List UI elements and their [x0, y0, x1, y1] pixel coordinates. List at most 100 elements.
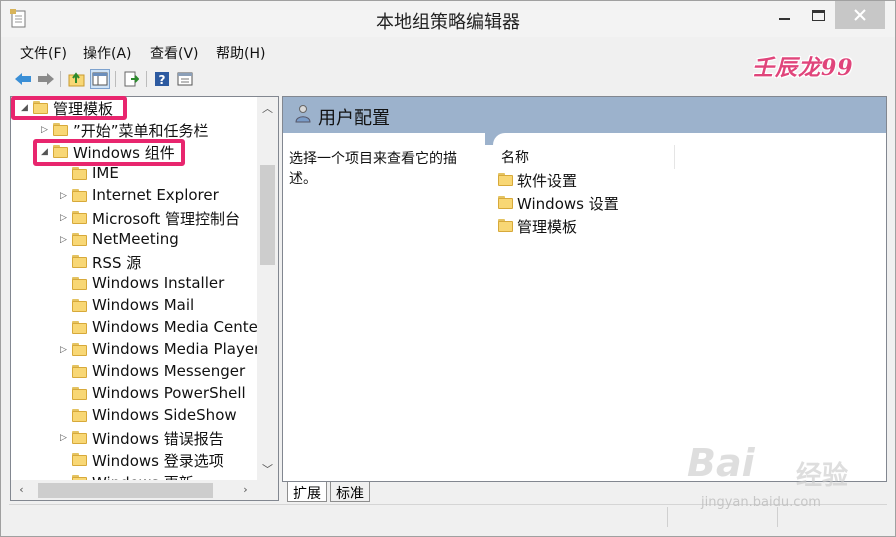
- tree-item[interactable]: ▷ ”开始”菜单和任务栏: [11, 119, 261, 141]
- list-item-label: 管理模板: [517, 218, 578, 236]
- tree-item[interactable]: Windows Mail: [11, 295, 261, 317]
- tree-item-label: Windows 错误报告: [92, 430, 224, 448]
- folder-icon: [72, 211, 87, 224]
- forward-arrow-icon: [38, 73, 54, 85]
- column-header-name[interactable]: 名称: [495, 145, 675, 169]
- tree-item[interactable]: ▷ Windows Media Player: [11, 339, 261, 361]
- scroll-left-icon[interactable]: ‹: [11, 483, 32, 496]
- help-button[interactable]: ?: [152, 69, 172, 89]
- tree-item[interactable]: RSS 源: [11, 251, 261, 273]
- tree-item-label: Windows 登录选项: [92, 452, 224, 470]
- tree-item-label: Windows PowerShell: [92, 384, 246, 402]
- folder-icon: [72, 387, 87, 400]
- list-item[interactable]: 管理模板: [498, 215, 758, 237]
- list-item-label: 软件设置: [517, 172, 578, 190]
- show-hide-tree-button[interactable]: [90, 69, 110, 89]
- help-icon: ?: [155, 72, 169, 87]
- tree-item[interactable]: ▷ Windows 错误报告: [11, 427, 261, 449]
- tree-item[interactable]: Windows 登录选项: [11, 449, 261, 471]
- tree-item-label: RSS 源: [92, 254, 142, 272]
- tree-item-label: Windows Installer: [92, 274, 225, 292]
- vertical-scroll-thumb[interactable]: [260, 165, 275, 265]
- collapsed-arrow-icon[interactable]: ▷: [60, 344, 70, 356]
- folder-up-icon: [68, 72, 85, 87]
- status-divider: [667, 507, 668, 527]
- folder-icon: [498, 219, 513, 232]
- tree-item[interactable]: ▷ NetMeeting: [11, 229, 261, 251]
- collapsed-arrow-icon[interactable]: ▷: [60, 190, 70, 202]
- list-item[interactable]: Windows 设置: [498, 192, 758, 214]
- scroll-up-icon[interactable]: ︿: [257, 100, 278, 116]
- scroll-down-icon[interactable]: ﹀: [257, 461, 278, 477]
- tree-item[interactable]: Windows Media Cente: [11, 317, 261, 339]
- menu-help[interactable]: 帮助(H): [216, 43, 265, 63]
- folder-icon: [53, 123, 68, 136]
- collapsed-arrow-icon[interactable]: ▷: [60, 234, 70, 246]
- tree-item-label: Microsoft 管理控制台: [92, 210, 241, 228]
- toolbar-separator: [115, 71, 116, 87]
- menu-file[interactable]: 文件(F): [20, 43, 67, 63]
- tree-item-label: Windows Mail: [92, 296, 195, 314]
- tree-item[interactable]: ▷ Microsoft 管理控制台: [11, 207, 261, 229]
- back-arrow-icon: [15, 73, 31, 85]
- tree-item-label: Windows Media Player: [92, 340, 261, 358]
- close-button[interactable]: [835, 1, 885, 29]
- properties-icon: [177, 72, 193, 86]
- list-item-label: Windows 设置: [517, 195, 619, 213]
- folder-icon: [72, 365, 87, 378]
- tree-item-label: ”开始”菜单和任务栏: [73, 122, 209, 140]
- tree-item-label: NetMeeting: [92, 230, 179, 248]
- tree-item[interactable]: Windows SideShow: [11, 405, 261, 427]
- details-pane: 用户配置 选择一个项目来查看它的描述。 名称 软件设置 Windows 设置 管理模…: [282, 96, 887, 482]
- folder-icon: [72, 255, 87, 268]
- toolbar-separator: [60, 71, 61, 87]
- menu-action[interactable]: 操作(A): [83, 43, 132, 63]
- tree-item-label: Internet Explorer: [92, 186, 219, 204]
- window: 本地组策略编辑器 文件(F) 操作(A) 查看(V) 帮助(H) 壬辰龙99 ?…: [0, 0, 896, 537]
- up-level-button[interactable]: [67, 69, 87, 89]
- description-text: 选择一个项目来查看它的描述。: [289, 151, 457, 187]
- menu-view[interactable]: 查看(V): [150, 43, 199, 63]
- svg-text:?: ?: [159, 73, 166, 87]
- back-button[interactable]: [13, 69, 33, 89]
- forward-button[interactable]: [36, 69, 56, 89]
- folder-icon: [72, 431, 87, 444]
- tree-item-label: Windows Media Cente: [92, 318, 258, 336]
- tree-item[interactable]: Windows PowerShell: [11, 383, 261, 405]
- minimize-button[interactable]: [767, 1, 801, 29]
- tree-vertical-scrollbar[interactable]: ︿ ﹀: [257, 97, 278, 478]
- details-title: 用户配置: [318, 108, 390, 129]
- list-item[interactable]: 软件设置: [498, 169, 758, 191]
- toolbar-separator: [146, 71, 147, 87]
- collapsed-arrow-icon[interactable]: ▷: [41, 124, 51, 136]
- folder-icon: [72, 409, 87, 422]
- tree-item-label: IME: [92, 164, 119, 182]
- tree-item[interactable]: Windows Messenger: [11, 361, 261, 383]
- properties-button[interactable]: [175, 69, 195, 89]
- folder-icon: [72, 343, 87, 356]
- folder-icon: [72, 277, 87, 290]
- tree-horizontal-scrollbar[interactable]: ‹ ›: [11, 480, 257, 500]
- folder-icon: [498, 196, 513, 209]
- folder-icon: [72, 189, 87, 202]
- collapsed-arrow-icon[interactable]: ▷: [60, 212, 70, 224]
- tab-standard[interactable]: 标准: [330, 482, 370, 502]
- close-icon: [854, 9, 866, 21]
- tab-extended[interactable]: 扩展: [287, 482, 327, 502]
- folder-icon: [498, 173, 513, 186]
- horizontal-scroll-thumb[interactable]: [38, 483, 213, 498]
- tree-item[interactable]: Windows Installer: [11, 273, 261, 295]
- details-header: 用户配置: [283, 97, 886, 133]
- header-tab-shape-inner: [493, 133, 886, 145]
- collapsed-arrow-icon[interactable]: ▷: [60, 432, 70, 444]
- export-icon: [124, 71, 139, 87]
- scroll-right-icon[interactable]: ›: [235, 483, 256, 496]
- export-list-button[interactable]: [121, 69, 141, 89]
- baidu-logo-suffix: 经验: [796, 461, 849, 491]
- maximize-button[interactable]: [801, 1, 835, 29]
- tree-item[interactable]: ▷ Internet Explorer: [11, 185, 261, 207]
- baidu-url: jingyan.baidu.com: [701, 495, 821, 510]
- folder-icon: [72, 453, 87, 466]
- tree-item[interactable]: IME: [11, 163, 261, 185]
- title-bar: 本地组策略编辑器: [1, 1, 895, 37]
